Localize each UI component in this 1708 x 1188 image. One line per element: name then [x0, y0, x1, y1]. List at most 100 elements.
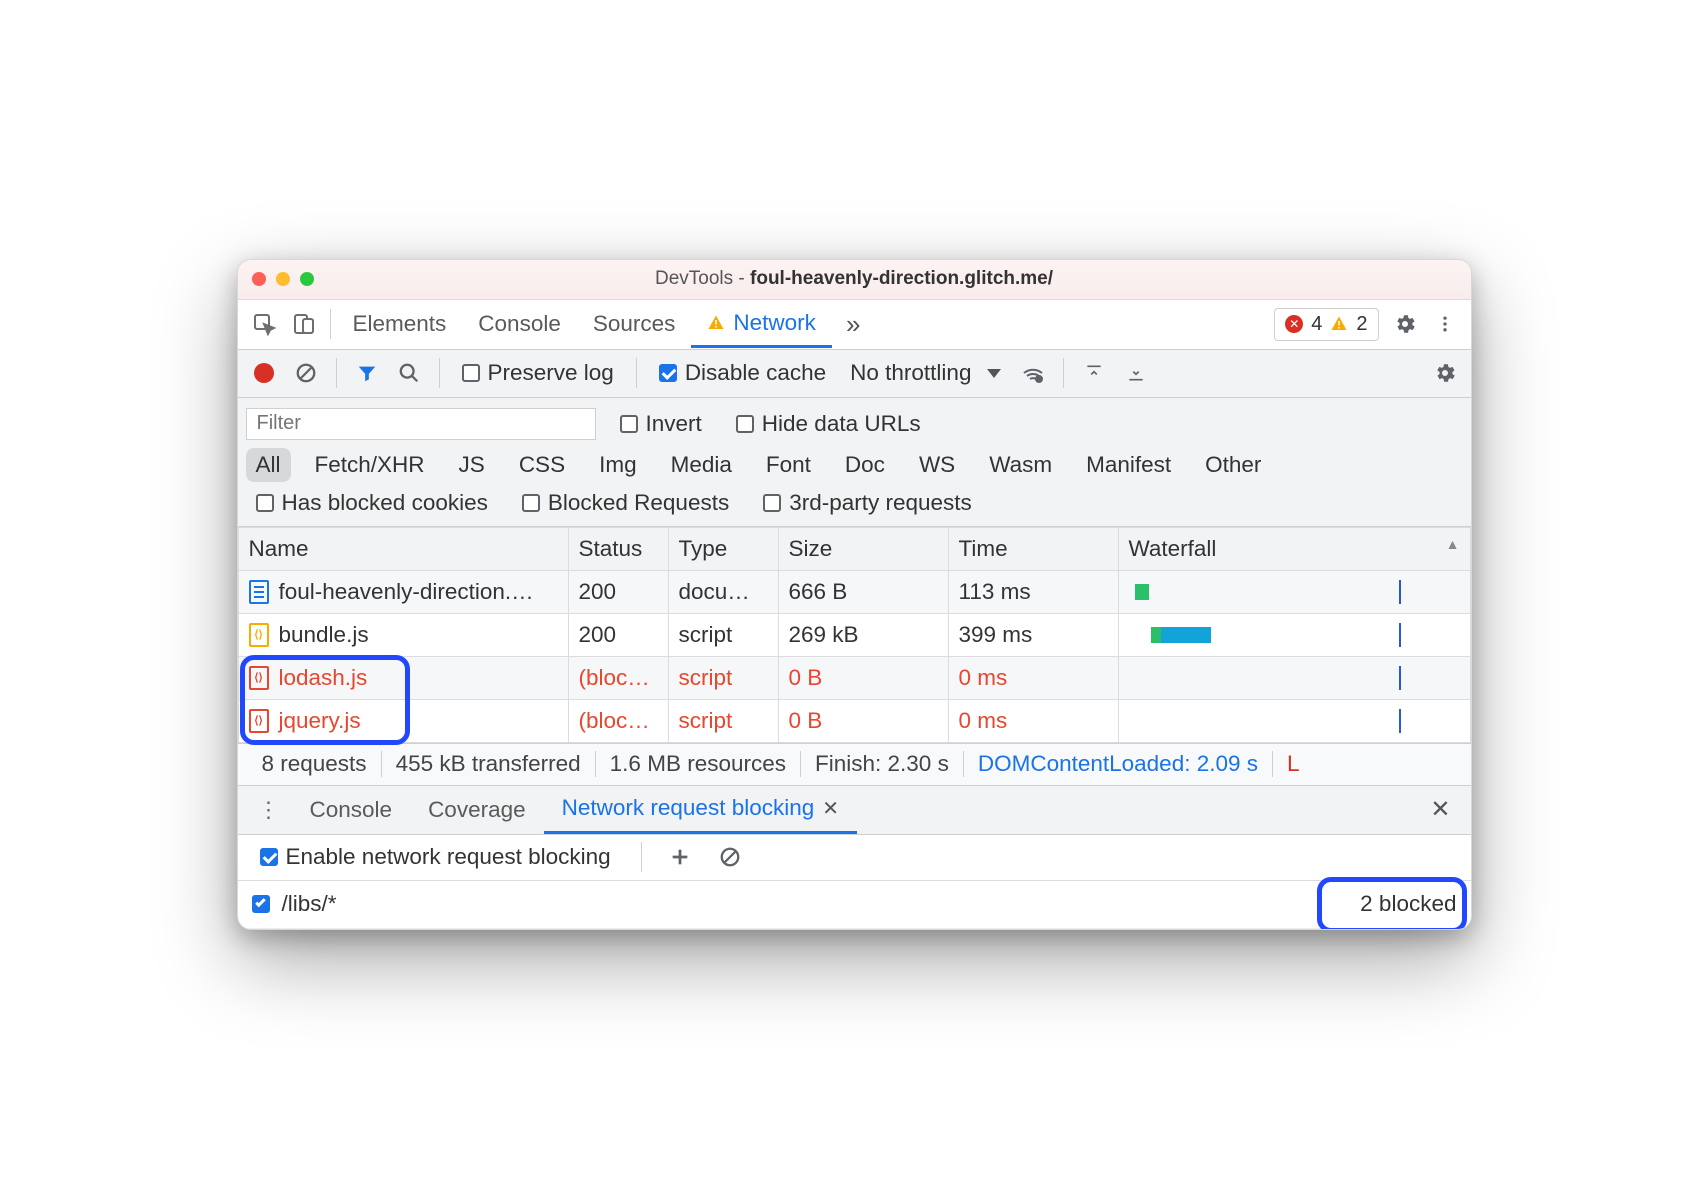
titlebar: DevTools - foul-heavenly-direction.glitc… — [238, 260, 1471, 300]
type-filter-other[interactable]: Other — [1195, 448, 1271, 482]
record-button[interactable] — [246, 355, 282, 391]
close-tab-icon[interactable]: ✕ — [822, 796, 839, 821]
cell-size: 0 B — [778, 699, 948, 742]
checkbox-icon — [256, 494, 274, 512]
type-filter-ws[interactable]: WS — [909, 448, 965, 482]
drawer-tab-row: ⋮ Console Coverage Network request block… — [238, 785, 1471, 835]
cell-status: 200 — [568, 613, 668, 656]
close-drawer-icon[interactable]: ✕ — [1418, 795, 1462, 824]
request-name: jquery.js — [279, 708, 361, 734]
warning-icon — [1330, 315, 1348, 333]
tab-label: Network — [733, 310, 816, 336]
checkbox-icon — [522, 494, 540, 512]
enable-blocking-checkbox[interactable]: Enable network request blocking — [250, 844, 621, 870]
tab-console[interactable]: Console — [462, 300, 577, 348]
blocking-pattern-row[interactable]: /libs/* 2 blocked — [238, 881, 1471, 929]
col-label: Name — [249, 536, 309, 561]
network-filter-bar: Invert Hide data URLs All Fetch/XHR JS CSS I… — [238, 398, 1471, 527]
file-type-icon — [249, 580, 269, 604]
throttling-select[interactable]: No throttling — [842, 360, 1009, 386]
table-row[interactable]: bundle.js200script269 kB399 ms — [238, 613, 1470, 656]
type-filter-wasm[interactable]: Wasm — [979, 448, 1062, 482]
cell-waterfall — [1118, 613, 1470, 656]
checkbox-icon[interactable] — [252, 895, 270, 913]
col-waterfall[interactable]: Waterfall — [1118, 527, 1470, 570]
file-type-icon — [249, 623, 269, 647]
disable-cache-checkbox[interactable]: Disable cache — [649, 360, 836, 386]
cell-time: 113 ms — [948, 570, 1118, 613]
drawer-tab-console[interactable]: Console — [292, 786, 411, 834]
more-options-icon[interactable] — [1425, 304, 1465, 344]
drawer-tab-coverage[interactable]: Coverage — [410, 786, 544, 834]
chevron-down-icon — [987, 369, 1001, 378]
blocked-requests-checkbox[interactable]: Blocked Requests — [512, 490, 739, 516]
cell-time: 0 ms — [948, 656, 1118, 699]
filter-input[interactable] — [246, 408, 596, 440]
type-filter-doc[interactable]: Doc — [835, 448, 895, 482]
preserve-log-checkbox[interactable]: Preserve log — [452, 360, 624, 386]
add-pattern-icon[interactable] — [662, 839, 698, 875]
network-request-table: Name Status Type Size Time Waterfall fou… — [238, 527, 1471, 743]
type-filter-all[interactable]: All — [246, 448, 291, 482]
type-filter-js[interactable]: JS — [449, 448, 495, 482]
checkbox-icon — [260, 848, 278, 866]
type-filter-font[interactable]: Font — [756, 448, 821, 482]
blocking-patterns-list: /libs/* 2 blocked — [238, 881, 1471, 929]
tab-sources[interactable]: Sources — [577, 300, 692, 348]
type-filter-media[interactable]: Media — [661, 448, 742, 482]
cell-size: 0 B — [778, 656, 948, 699]
tab-label: Elements — [353, 311, 447, 337]
cell-time: 399 ms — [948, 613, 1118, 656]
cell-status: (bloc… — [568, 699, 668, 742]
col-type[interactable]: Type — [668, 527, 778, 570]
issue-counts[interactable]: ✕ 4 2 — [1274, 308, 1378, 341]
main-tab-row: Elements Console Sources Network » ✕ 4 2 — [238, 300, 1471, 350]
divider — [439, 358, 440, 388]
type-filter-img[interactable]: Img — [589, 448, 647, 482]
device-toolbar-icon[interactable] — [284, 304, 324, 344]
divider — [641, 842, 642, 872]
col-name[interactable]: Name — [238, 527, 568, 570]
drawer-menu-icon[interactable]: ⋮ — [246, 797, 292, 823]
col-size[interactable]: Size — [778, 527, 948, 570]
col-label: Time — [959, 536, 1008, 561]
invert-checkbox[interactable]: Invert — [610, 411, 712, 437]
hide-data-urls-checkbox[interactable]: Hide data URLs — [726, 411, 931, 437]
search-icon[interactable] — [391, 355, 427, 391]
blocked-cookies-checkbox[interactable]: Has blocked cookies — [246, 490, 498, 516]
type-filter-manifest[interactable]: Manifest — [1076, 448, 1181, 482]
inspect-element-icon[interactable] — [244, 304, 284, 344]
cell-size: 269 kB — [778, 613, 948, 656]
table-row[interactable]: lodash.js(bloc…script0 B0 ms — [238, 656, 1470, 699]
clear-icon[interactable] — [288, 355, 324, 391]
network-conditions-icon[interactable] — [1015, 355, 1051, 391]
type-filter-css[interactable]: CSS — [509, 448, 575, 482]
checkbox-label: Disable cache — [685, 360, 826, 386]
status-resources: 1.6 MB resources — [596, 751, 801, 777]
devtools-window: DevTools - foul-heavenly-direction.glitc… — [237, 259, 1472, 930]
blocking-toolbar: Enable network request blocking — [238, 835, 1471, 881]
col-status[interactable]: Status — [568, 527, 668, 570]
export-har-icon[interactable] — [1118, 355, 1154, 391]
warning-count: 2 — [1356, 313, 1367, 336]
cell-waterfall — [1118, 570, 1470, 613]
more-tabs-button[interactable]: » — [832, 309, 874, 340]
col-time[interactable]: Time — [948, 527, 1118, 570]
type-filter-fetch-xhr[interactable]: Fetch/XHR — [305, 448, 435, 482]
tab-network[interactable]: Network — [691, 300, 832, 348]
network-toolbar: Preserve log Disable cache No throttling — [238, 350, 1471, 398]
drawer-tab-network-blocking[interactable]: Network request blocking ✕ — [544, 786, 857, 834]
status-transferred: 455 kB transferred — [382, 751, 596, 777]
filter-icon[interactable] — [349, 355, 385, 391]
tab-elements[interactable]: Elements — [337, 300, 463, 348]
import-har-icon[interactable] — [1076, 355, 1112, 391]
panel-settings-icon[interactable] — [1427, 355, 1463, 391]
col-label: Type — [679, 536, 728, 561]
table-row[interactable]: foul-heavenly-direction.…200docum…666 B1… — [238, 570, 1470, 613]
settings-icon[interactable] — [1385, 304, 1425, 344]
divider — [330, 309, 331, 339]
third-party-checkbox[interactable]: 3rd-party requests — [753, 490, 982, 516]
remove-all-patterns-icon[interactable] — [712, 839, 748, 875]
table-row[interactable]: jquery.js(bloc…script0 B0 ms — [238, 699, 1470, 742]
blocked-count: 2 blocked — [1360, 891, 1456, 917]
